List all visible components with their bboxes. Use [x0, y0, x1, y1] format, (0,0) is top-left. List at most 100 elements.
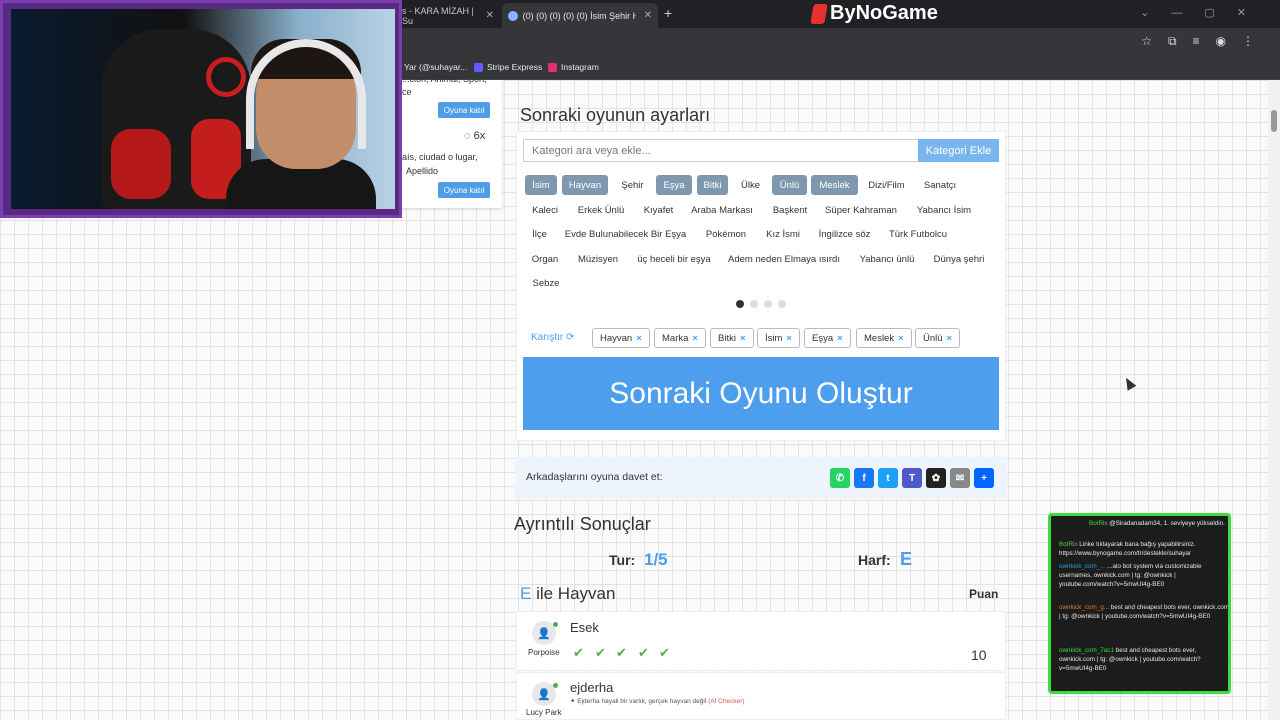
share-plus-icon[interactable]: +	[974, 468, 994, 488]
selected-category-chip[interactable]: Ünlü ×	[915, 328, 961, 348]
selected-category-chip[interactable]: Marka ×	[654, 328, 706, 348]
remove-icon[interactable]: ×	[947, 333, 953, 344]
bynogame-logo-icon	[810, 3, 828, 24]
email-icon[interactable]: ✉	[950, 468, 970, 488]
category-option[interactable]: Pokémon	[698, 224, 754, 244]
browser-tab[interactable]: s - KARA MİZAH | Su ✕	[396, 3, 500, 28]
category-option[interactable]: İsim	[525, 175, 557, 195]
toolbar-icons[interactable]: ☆⧉≡◉⋮	[1141, 34, 1270, 49]
category-option[interactable]: Başkent	[765, 200, 815, 220]
lobby-list-card: ...ción, Animal, Sport, ce Oyuna katıl ◌…	[396, 74, 502, 208]
category-option[interactable]: Dizi/Film	[863, 175, 910, 195]
category-option[interactable]: Araba Markası	[686, 200, 758, 220]
category-option[interactable]: Sebze	[525, 273, 567, 293]
category-search-input[interactable]: Kategori ara veya ekle...	[523, 139, 919, 162]
selected-category-chip[interactable]: Bitki ×	[710, 328, 754, 348]
round-label: Tur:	[609, 552, 636, 568]
facebook-icon[interactable]: f	[854, 468, 874, 488]
category-option[interactable]: Organ	[525, 249, 565, 269]
category-option[interactable]: Hayvan	[562, 175, 608, 195]
remove-icon[interactable]: ×	[740, 333, 746, 344]
category-option[interactable]: Ülke	[735, 175, 766, 195]
tab-label: (0) (0) (0) (0) (0) İsim Şehir Hayv	[522, 10, 636, 21]
remove-icon[interactable]: ×	[837, 333, 843, 344]
join-game-button[interactable]: Oyuna katıl	[438, 182, 490, 198]
check-icon[interactable]: ✔	[659, 645, 670, 661]
results-title: Ayrıntılı Sonuçlar	[514, 514, 651, 534]
category-option[interactable]: Türk Futbolcu	[882, 224, 954, 244]
bookmark-item[interactable]: Yar (@suhayar...	[404, 62, 467, 72]
instagram-icon	[548, 62, 557, 72]
category-option[interactable]: Erkek Ünlü	[572, 200, 630, 220]
check-icon[interactable]: ✔	[573, 645, 584, 661]
check-icon[interactable]: ✔	[638, 645, 649, 661]
browser-tab-active[interactable]: (0) (0) (0) (0) (0) İsim Şehir Hayv ✕	[502, 3, 658, 28]
category-option[interactable]: Kız İsmi	[759, 224, 807, 244]
page-dot[interactable]	[778, 300, 786, 308]
category-option[interactable]: Bitki	[697, 175, 728, 195]
chat-message: BotRix Linke tıklayarak bana bağış yapab…	[1059, 540, 1228, 558]
page-dot[interactable]	[736, 300, 744, 308]
category-option[interactable]: İlçe	[525, 224, 554, 244]
remove-icon[interactable]: ×	[636, 333, 642, 344]
category-option[interactable]: Eşya	[656, 175, 692, 195]
chip-label: Marka	[662, 332, 689, 344]
category-option[interactable]: Süper Kahraman	[819, 200, 903, 220]
lobby-categories: aís, ciudad o lugar,	[402, 152, 478, 162]
close-icon[interactable]: ✕	[486, 10, 494, 21]
remove-icon[interactable]: ×	[786, 333, 792, 344]
note-text: Ejderha hayali bir varlık, gerçek hayvan…	[577, 698, 707, 705]
remove-icon[interactable]: ×	[898, 333, 904, 344]
bookmark-item[interactable]: Instagram	[548, 62, 599, 72]
scroll-thumb[interactable]	[1271, 110, 1277, 132]
invite-text: Arkadaşlarını oyuna davet et:	[526, 471, 663, 483]
chat-user: BotRix	[1089, 520, 1108, 527]
page-dot[interactable]	[764, 300, 772, 308]
pagination-dots	[736, 300, 786, 308]
chip-label: Eşya	[812, 332, 834, 344]
category-option[interactable]: Kıyafet	[637, 200, 680, 220]
category-option[interactable]: Adem neden Elmaya ısırdı	[724, 249, 844, 269]
bookmark-item[interactable]: Stripe Express	[474, 62, 542, 72]
new-tab-button[interactable]: +	[664, 5, 672, 21]
category-option[interactable]: üç heceli bir eşya	[632, 249, 716, 269]
shuffle-button[interactable]: Karıştır ⟳	[531, 332, 574, 343]
lobby-categories: Apellido	[406, 166, 439, 176]
page-dot[interactable]	[750, 300, 758, 308]
selected-category-chip[interactable]: Meslek ×	[856, 328, 912, 348]
check-icon[interactable]: ✔	[616, 645, 627, 661]
selected-category-chip[interactable]: İsim ×	[757, 328, 800, 348]
whatsapp-icon[interactable]: ✆	[830, 468, 850, 488]
loading-icon: ◌	[464, 130, 471, 142]
join-game-button[interactable]: Oyuna katıl	[438, 102, 490, 118]
category-option[interactable]: İngilizce söz	[813, 224, 876, 244]
close-icon[interactable]: ✕	[644, 10, 652, 21]
remove-icon[interactable]: ×	[692, 333, 698, 344]
category-option[interactable]: Dünya şehri	[929, 249, 989, 269]
snapchat-icon[interactable]: ✿	[926, 468, 946, 488]
selected-category-chip[interactable]: Hayvan ×	[592, 328, 650, 348]
category-option[interactable]: Sanatçı	[918, 175, 962, 195]
chair-logo	[206, 57, 246, 97]
category-option[interactable]: Yabancı ünlü	[853, 249, 921, 269]
window-controls[interactable]: ⌄—▢✕	[1140, 6, 1268, 19]
category-option[interactable]: Meslek	[811, 175, 858, 195]
stream-chat-overlay: BotRix @Siradanadam34, 1. seviyeye yükse…	[1048, 513, 1231, 694]
chip-label: Hayvan	[600, 332, 633, 344]
selected-category-chip[interactable]: Eşya ×	[804, 328, 851, 348]
category-option[interactable]: Ünlü	[772, 175, 807, 195]
category-option[interactable]: Yabancı İsim	[910, 200, 978, 220]
category-option[interactable]: Müzisyen	[572, 249, 624, 269]
category-option[interactable]: Şehir	[616, 175, 649, 195]
category-option[interactable]: Evde Bulunabilecek Bir Eşya	[560, 224, 691, 244]
scrollbar[interactable]	[1268, 80, 1280, 720]
bookmark-label: Instagram	[561, 62, 599, 72]
add-category-button[interactable]: Kategori Ekle	[918, 139, 999, 162]
chat-text: @Siradanadam34, 1. seviyeye yükseldin.	[1109, 520, 1225, 527]
twitter-icon[interactable]: t	[878, 468, 898, 488]
teams-icon[interactable]: T	[902, 468, 922, 488]
category-heading: E ile Hayvan	[520, 584, 615, 604]
check-icon[interactable]: ✔	[595, 645, 606, 661]
create-next-game-button[interactable]: Sonraki Oyunu Oluştur	[523, 357, 999, 430]
category-option[interactable]: Kaleci	[525, 200, 565, 220]
